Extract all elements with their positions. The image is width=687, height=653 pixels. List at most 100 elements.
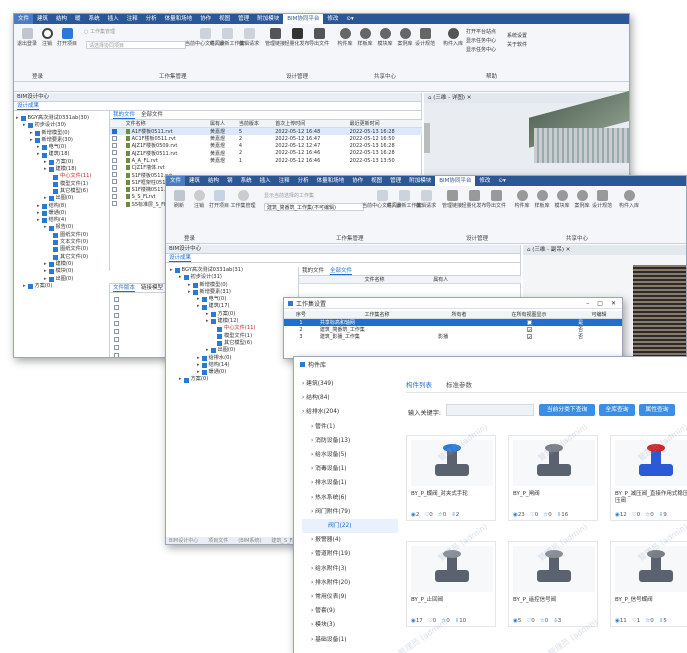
- visible-checkbox[interactable]: ✓: [526, 333, 532, 341]
- menu-item[interactable]: 视图: [367, 176, 386, 186]
- row-checkbox-cell[interactable]: [110, 193, 124, 200]
- star-icon[interactable]: ☆: [540, 618, 545, 624]
- tree-node[interactable]: ▸ 建筑(18): [16, 151, 108, 158]
- tab-all-files[interactable]: 全部文件: [141, 111, 163, 119]
- tree-node[interactable]: ▸ 出图(0): [16, 276, 108, 283]
- workset-field[interactable]: ○ 工作集管理: [84, 28, 115, 35]
- tab-file-version[interactable]: 文件版本: [113, 284, 136, 292]
- help-links-2[interactable]: 系统设置 关于软件: [507, 32, 527, 50]
- menu-item[interactable]: BIM协同平台: [283, 14, 324, 24]
- expand-icon[interactable]: ▸: [197, 355, 200, 362]
- expand-icon[interactable]: ▸: [44, 261, 47, 268]
- star-icon[interactable]: ☆: [438, 512, 443, 518]
- tab-all-files-2[interactable]: 全部文件: [330, 267, 353, 275]
- version-checkbox[interactable]: [114, 337, 119, 342]
- expand-icon[interactable]: ▸: [170, 267, 173, 274]
- row-checkbox-cell[interactable]: [110, 201, 124, 208]
- tree-node[interactable]: 中心文件(11): [16, 173, 108, 180]
- version-checkbox[interactable]: [114, 321, 119, 326]
- tree-node[interactable]: 其它文件(0): [16, 254, 108, 261]
- expand-icon[interactable]: ▸: [44, 166, 47, 173]
- manage-links-button[interactable]: 管理链接: [264, 28, 286, 47]
- category-item[interactable]: › 模块(3): [302, 618, 398, 632]
- menu-item[interactable]: 管理: [386, 176, 405, 186]
- manage-links-button-2[interactable]: 管理链接: [441, 190, 463, 209]
- tree-node[interactable]: 图纸文件(0): [16, 246, 108, 253]
- task-center-link-2[interactable]: 显示任务中心: [466, 46, 496, 55]
- menu-item[interactable]: 协作: [196, 14, 215, 24]
- expand-icon[interactable]: ▸: [37, 144, 40, 151]
- category-item[interactable]: › 建筑(349): [302, 377, 398, 391]
- version-checkbox[interactable]: [114, 329, 119, 334]
- menu-item[interactable]: 修改: [323, 14, 342, 24]
- tree-node[interactable]: 模型文件(1): [16, 181, 108, 188]
- menu-item[interactable]: BIM协同平台: [435, 176, 476, 186]
- logout-button[interactable]: 退出登录: [16, 28, 38, 47]
- tab-my-files-2[interactable]: 我的文件: [302, 267, 324, 275]
- tab-standard-params[interactable]: 标准参数: [446, 379, 472, 393]
- dropdown-icon[interactable]: ⊙▾: [342, 14, 357, 24]
- load-latest-button[interactable]: 载入最新工作集: [210, 28, 245, 47]
- close-button[interactable]: ✕: [611, 300, 616, 307]
- menu-item[interactable]: 文件: [14, 14, 34, 24]
- tree-node[interactable]: ▸ 建筑(17): [170, 303, 298, 310]
- dropdown-icon[interactable]: ⊙▾: [494, 176, 509, 186]
- row-checkbox[interactable]: [112, 150, 117, 156]
- menu-item[interactable]: 结构: [204, 176, 223, 186]
- tree-node[interactable]: ▸ 新增模型(0): [170, 282, 298, 289]
- menu-item[interactable]: 体量和场地: [313, 176, 349, 186]
- row-checkbox-cell[interactable]: [110, 142, 124, 149]
- table-row[interactable]: CJZ1F墙体.rvt: [110, 164, 422, 171]
- edit-request-button[interactable]: 编辑请求: [238, 28, 260, 47]
- row-checkbox-cell[interactable]: [110, 171, 124, 178]
- version-checkbox[interactable]: [114, 353, 119, 357]
- design-spec-button-2[interactable]: 设计规范: [591, 190, 613, 209]
- row-checkbox-cell[interactable]: [110, 186, 124, 193]
- menu-item[interactable]: 协作: [348, 176, 367, 186]
- row-checkbox[interactable]: [112, 157, 117, 163]
- menu-item[interactable]: 管理: [234, 14, 253, 24]
- expand-icon[interactable]: ▸: [197, 296, 200, 303]
- row-checkbox[interactable]: [112, 186, 117, 192]
- view-tab-label-2[interactable]: (三维 - 副吊): [532, 247, 564, 253]
- load-latest-button-2[interactable]: 载入最新工作集: [387, 190, 422, 209]
- expand-icon[interactable]: ▸: [197, 303, 200, 310]
- menu-item[interactable]: 建筑: [185, 176, 204, 186]
- table-row[interactable]: A1F楼板0511.rvt 黄嘉煜 5 2022-05-12 16:48 2022-05…: [110, 127, 422, 135]
- menu-item[interactable]: 钢: [223, 176, 237, 186]
- version-checkbox[interactable]: [114, 305, 119, 310]
- expand-icon[interactable]: ▸: [44, 159, 47, 166]
- menu-item[interactable]: 注释: [275, 176, 294, 186]
- menu-item[interactable]: 分析: [142, 14, 161, 24]
- tree-node[interactable]: ▸ 电气(0): [170, 296, 298, 303]
- menu-item[interactable]: 注释: [123, 14, 142, 24]
- case-lib-button[interactable]: 案例库: [394, 28, 416, 47]
- visible-checkbox[interactable]: ✓: [526, 319, 532, 327]
- menu-item[interactable]: 文件: [166, 176, 186, 186]
- category-item[interactable]: › 基础设备(1): [302, 633, 398, 647]
- expand-icon[interactable]: ▸: [37, 203, 40, 210]
- category-item[interactable]: › 消防设备(13): [302, 434, 398, 448]
- system-settings-link[interactable]: 系统设置: [507, 32, 527, 41]
- thumb-icon[interactable]: ♡: [632, 618, 637, 624]
- tree-node[interactable]: ▸ 结构(8): [16, 203, 108, 210]
- signout-button[interactable]: 注销: [36, 28, 58, 47]
- publish-button[interactable]: 轻量化发布: [285, 28, 310, 47]
- category-item[interactable]: › 排水附件(20): [302, 576, 398, 590]
- visible-checkbox[interactable]: ✓: [526, 326, 532, 334]
- component-lib-button[interactable]: 构件库: [334, 28, 356, 47]
- expand-icon[interactable]: ▸: [23, 283, 26, 290]
- category-item[interactable]: › 常用仪表(9): [302, 590, 398, 604]
- table-row[interactable]: AJZ1F楼板0509.rvt 黄嘉煜 4 2022-05-12 12:47 2022-…: [110, 142, 422, 149]
- template-lib-button[interactable]: 样板库: [354, 28, 376, 47]
- expand-icon[interactable]: ▸: [44, 195, 47, 202]
- tree-node[interactable]: ▸ 初步设计(31): [170, 274, 298, 281]
- row-checkbox[interactable]: [112, 164, 117, 170]
- tree-node[interactable]: ▸ 暖通(0): [170, 369, 298, 376]
- design-spec-button[interactable]: 设计规范: [414, 28, 436, 47]
- query-category-button[interactable]: 当前分类下查询: [539, 404, 595, 416]
- table-row[interactable]: AC1F楼板0511.rvt 黄嘉煜 2 2022-05-12 16:47 2022-0…: [110, 135, 422, 142]
- workset-visible-cell[interactable]: ✓: [482, 326, 576, 334]
- category-item[interactable]: › 结构(84): [302, 391, 398, 405]
- workset-row[interactable]: 3 建筑_影播_工作集 影播 ✓ 否: [284, 333, 622, 341]
